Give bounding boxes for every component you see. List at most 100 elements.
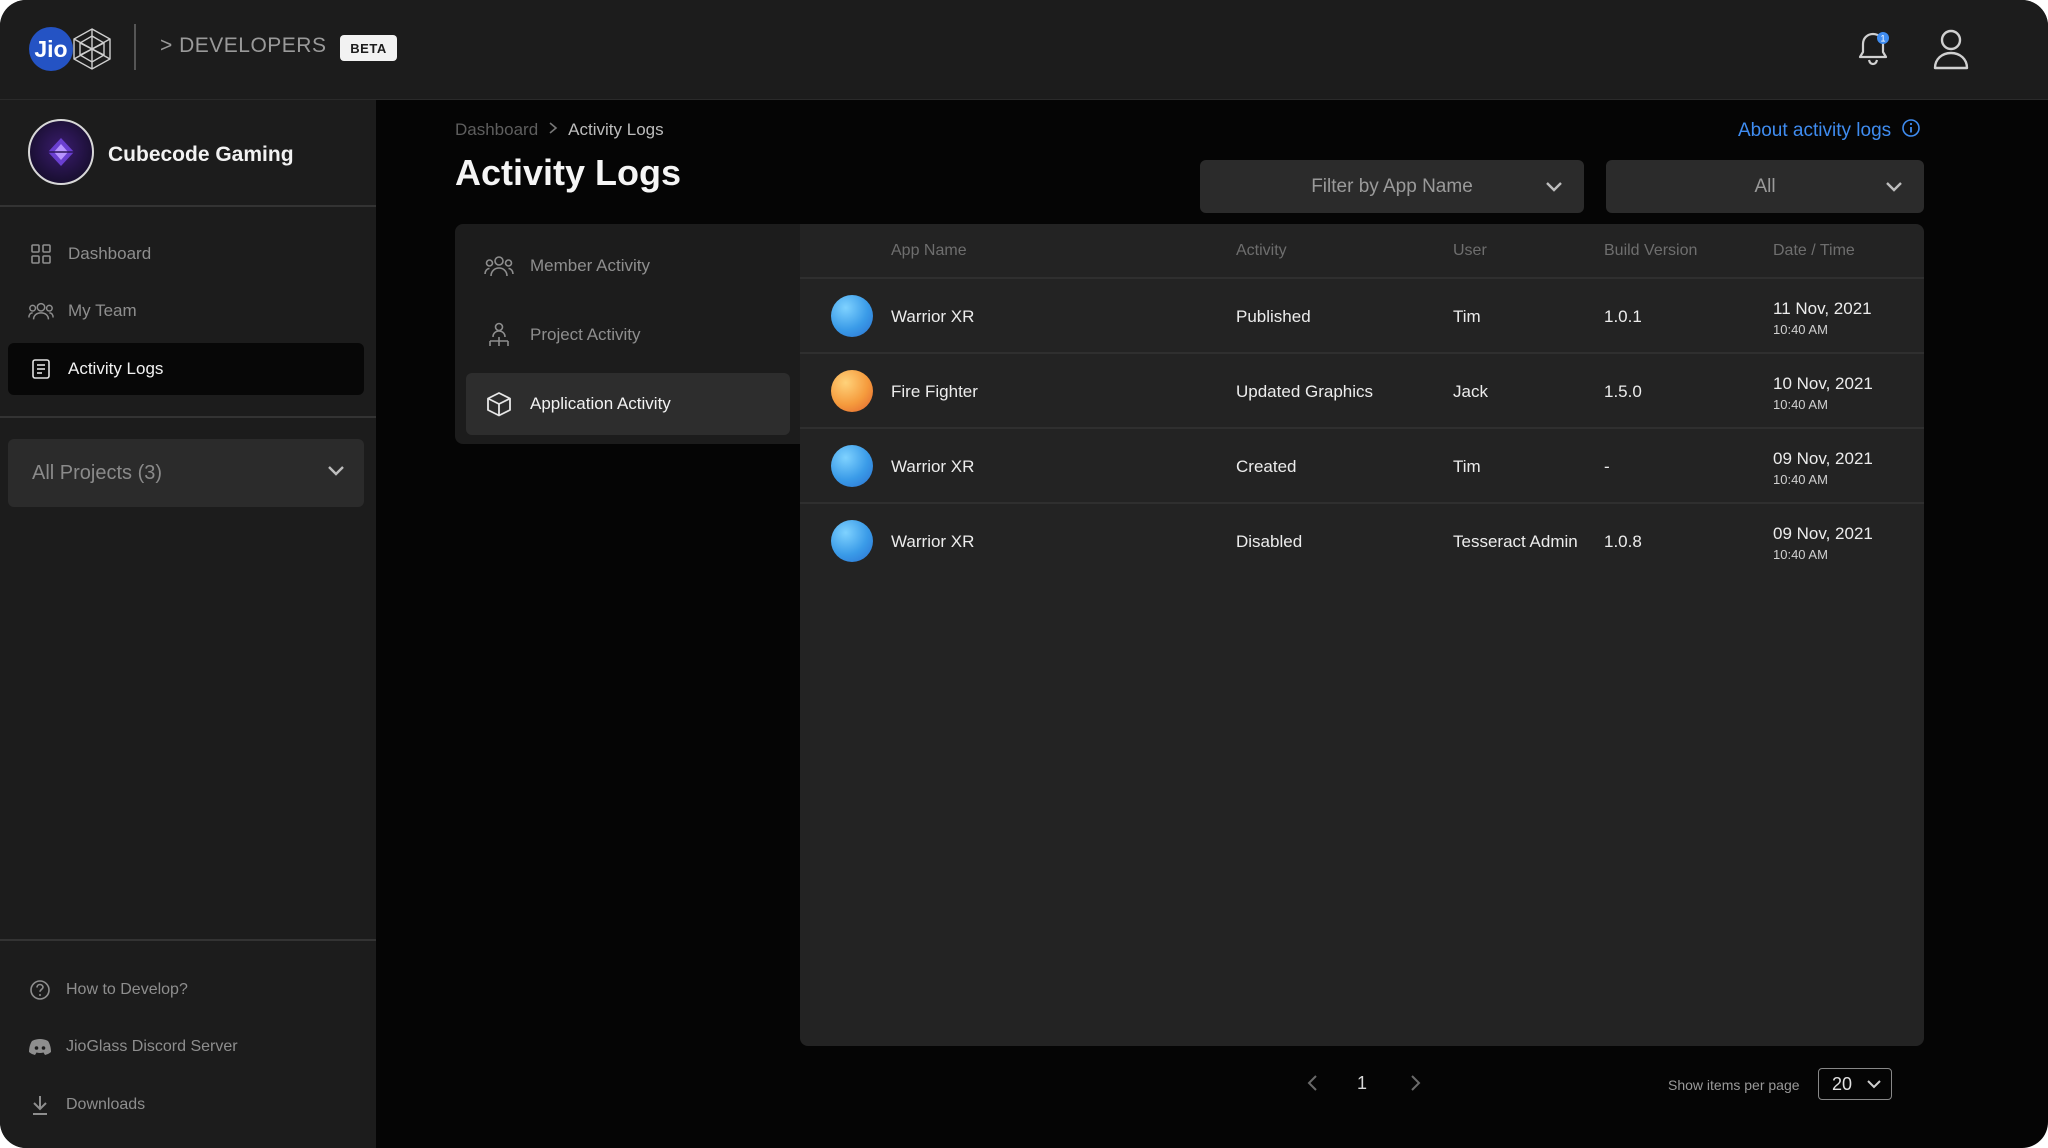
table-header: App Name Activity User Build Version Dat… bbox=[800, 224, 1924, 279]
column-header-app-name[interactable]: App Name bbox=[891, 242, 967, 260]
download-icon bbox=[28, 1093, 52, 1117]
notification-bell-icon[interactable]: 1 bbox=[1852, 28, 1894, 70]
items-per-page-select[interactable]: 20 bbox=[1818, 1068, 1892, 1100]
tab-label: Application Activity bbox=[530, 394, 671, 413]
info-icon bbox=[1901, 118, 1921, 144]
breadcrumb-dashboard[interactable]: Dashboard bbox=[455, 120, 538, 140]
column-header-user[interactable]: User bbox=[1453, 242, 1487, 260]
discord-icon bbox=[28, 1035, 52, 1059]
dashboard-icon bbox=[28, 241, 54, 267]
status-filter-value: All bbox=[1754, 175, 1776, 197]
activity-tabs: Member Activity Project Activity Applica… bbox=[455, 224, 800, 444]
beta-badge: BETA bbox=[340, 35, 397, 61]
sidebar-item-label: Activity Logs bbox=[68, 359, 164, 378]
previous-page-icon[interactable] bbox=[1300, 1070, 1326, 1096]
chevron-down-icon bbox=[1546, 182, 1562, 192]
org-avatar bbox=[28, 119, 94, 185]
table-row[interactable]: Warrior XR Disabled Tesseract Admin 1.0.… bbox=[800, 504, 1924, 579]
cell-activity: Published bbox=[1236, 307, 1311, 326]
breadcrumb-separator-icon bbox=[548, 121, 558, 140]
bottom-item-label: How to Develop? bbox=[66, 981, 188, 998]
current-page-number[interactable]: 1 bbox=[1357, 1073, 1367, 1094]
cell-app-name: Warrior XR bbox=[891, 457, 975, 476]
cell-date-time: 09 Nov, 2021 10:40 AM bbox=[1773, 449, 1873, 487]
chevron-down-icon bbox=[1886, 182, 1902, 192]
breadcrumb-current: Activity Logs bbox=[568, 120, 664, 139]
cell-app-name: Warrior XR bbox=[891, 307, 975, 326]
items-per-page-value: 20 bbox=[1832, 1073, 1853, 1094]
page-title: Activity Logs bbox=[455, 152, 682, 193]
project-icon bbox=[484, 320, 514, 350]
cell-app-name: Fire Fighter bbox=[891, 382, 978, 401]
column-header-activity[interactable]: Activity bbox=[1236, 242, 1287, 260]
column-header-date-time[interactable]: Date / Time bbox=[1773, 242, 1855, 260]
cell-date: 09 Nov, 2021 bbox=[1773, 449, 1873, 468]
cell-build-version: - bbox=[1604, 457, 1610, 476]
help-icon bbox=[28, 978, 52, 1002]
sidebar-divider bbox=[0, 939, 376, 941]
bottom-item-label: JioGlass Discord Server bbox=[66, 1038, 238, 1055]
mesh-logo-icon bbox=[73, 28, 111, 70]
activity-table: App Name Activity User Build Version Dat… bbox=[800, 224, 1924, 1046]
tab-application-activity[interactable]: Application Activity bbox=[466, 373, 790, 435]
user-profile-icon[interactable] bbox=[1930, 27, 1972, 71]
cell-time: 10:40 AM bbox=[1773, 547, 1828, 562]
tab-member-activity[interactable]: Member Activity bbox=[466, 235, 790, 297]
tab-label: Project Activity bbox=[530, 325, 641, 344]
sidebar-item-dashboard[interactable]: Dashboard bbox=[8, 228, 364, 280]
cell-app-name: Warrior XR bbox=[891, 532, 975, 551]
cell-time: 10:40 AM bbox=[1773, 322, 1828, 337]
table-row[interactable]: Fire Fighter Updated Graphics Jack 1.5.0… bbox=[800, 354, 1924, 429]
items-per-page-label: Show items per page bbox=[1668, 1077, 1800, 1093]
app-icon bbox=[831, 520, 873, 562]
projects-select-value: All Projects (3) bbox=[32, 461, 163, 484]
cube-icon bbox=[484, 389, 514, 419]
bottom-item-label: Downloads bbox=[66, 1096, 146, 1113]
table-row[interactable]: Warrior XR Published Tim 1.0.1 11 Nov, 2… bbox=[800, 279, 1924, 354]
status-filter-select[interactable]: All bbox=[1606, 160, 1924, 213]
jio-logo[interactable]: Jio bbox=[29, 27, 73, 71]
sidebar-item-activity-logs[interactable]: Activity Logs bbox=[8, 343, 364, 395]
sidebar-item-label: My Team bbox=[68, 301, 137, 320]
cell-user: Tim bbox=[1453, 457, 1481, 476]
chevron-down-icon bbox=[328, 466, 344, 476]
app-icon bbox=[831, 295, 873, 337]
column-header-build-version[interactable]: Build Version bbox=[1604, 242, 1697, 260]
filter-by-app-name-select[interactable]: Filter by App Name bbox=[1200, 160, 1584, 213]
notification-count: 1 bbox=[1880, 34, 1885, 44]
tab-project-activity[interactable]: Project Activity bbox=[466, 304, 790, 366]
cell-date-time: 10 Nov, 2021 10:40 AM bbox=[1773, 374, 1873, 412]
cell-date: 10 Nov, 2021 bbox=[1773, 374, 1873, 393]
cell-user: Tesseract Admin bbox=[1453, 532, 1578, 551]
cell-activity: Updated Graphics bbox=[1236, 382, 1374, 401]
cell-build-version: 1.5.0 bbox=[1604, 382, 1642, 401]
sidebar-item-label: Dashboard bbox=[68, 244, 152, 263]
downloads-link[interactable]: Downloads bbox=[8, 1085, 364, 1125]
how-to-develop-link[interactable]: How to Develop? bbox=[8, 970, 364, 1010]
table-row[interactable]: Warrior XR Created Tim - 09 Nov, 2021 10… bbox=[800, 429, 1924, 504]
cell-build-version: 1.0.8 bbox=[1604, 532, 1642, 551]
members-icon bbox=[484, 251, 514, 281]
logs-icon bbox=[28, 356, 54, 382]
cell-date-time: 09 Nov, 2021 10:40 AM bbox=[1773, 524, 1873, 562]
filter-app-placeholder: Filter by App Name bbox=[1311, 175, 1473, 197]
cell-date-time: 11 Nov, 2021 10:40 AM bbox=[1773, 299, 1872, 337]
cell-user: Jack bbox=[1453, 382, 1488, 401]
app-icon bbox=[831, 445, 873, 487]
projects-select[interactable]: All Projects (3) bbox=[8, 439, 364, 507]
cell-date: 09 Nov, 2021 bbox=[1773, 524, 1873, 543]
org-header[interactable]: Cubecode Gaming bbox=[0, 100, 376, 207]
about-activity-logs-link[interactable]: About activity logs bbox=[1738, 118, 1921, 144]
about-link-label: About activity logs bbox=[1738, 120, 1892, 141]
app-icon bbox=[831, 370, 873, 412]
developers-label[interactable]: > DEVELOPERS bbox=[160, 34, 326, 58]
team-icon bbox=[28, 298, 54, 324]
cell-activity: Disabled bbox=[1236, 532, 1303, 551]
cell-time: 10:40 AM bbox=[1773, 397, 1828, 412]
next-page-icon[interactable] bbox=[1402, 1070, 1428, 1096]
tab-label: Member Activity bbox=[530, 256, 650, 275]
discord-server-link[interactable]: JioGlass Discord Server bbox=[8, 1027, 364, 1067]
chevron-down-icon bbox=[1867, 1080, 1881, 1089]
sidebar-item-my-team[interactable]: My Team bbox=[8, 285, 364, 337]
cell-date: 11 Nov, 2021 bbox=[1773, 299, 1872, 318]
